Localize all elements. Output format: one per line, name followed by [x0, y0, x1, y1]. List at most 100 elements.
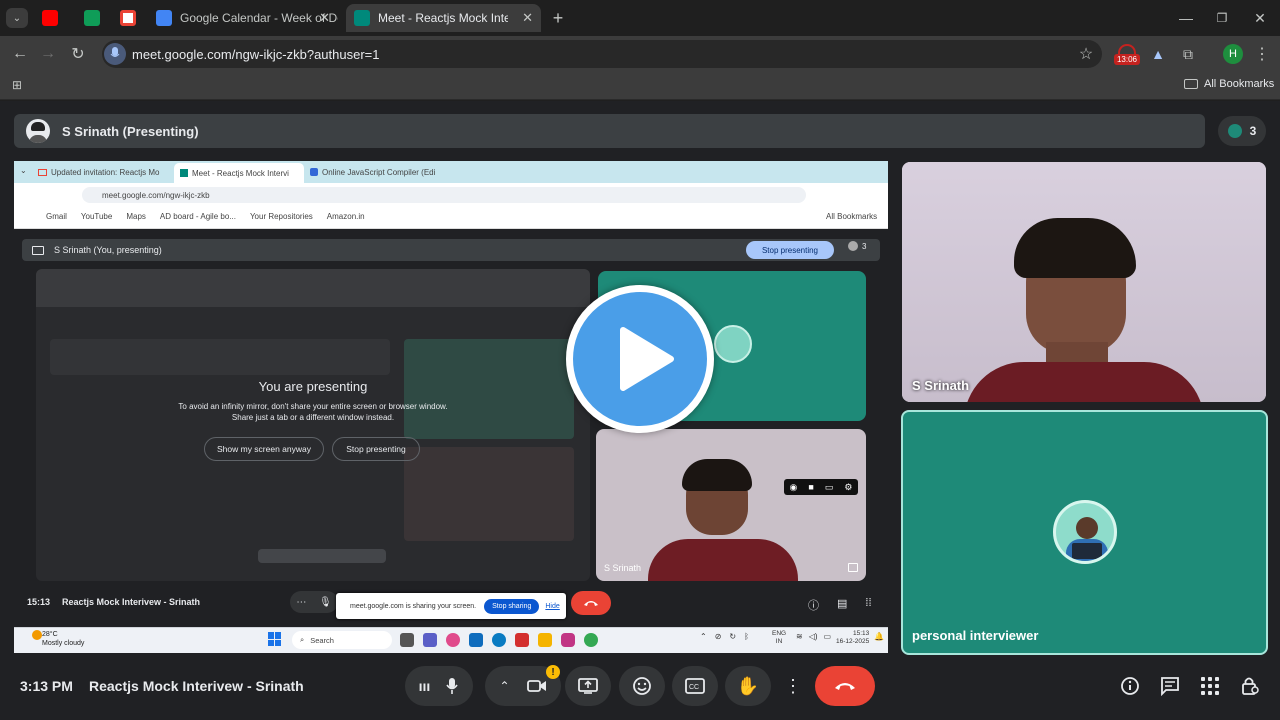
weather-desc: Mostly cloudy: [42, 640, 85, 647]
tab-youtube[interactable]: [34, 4, 74, 32]
url-text: meet.google.com/ngw-ikjc-zkb?authuser=1: [132, 46, 380, 62]
network-volume-icons: ≋ ◁) ▭: [796, 632, 831, 641]
shared-tab-active: Meet - Reactjs Mock Intervi: [174, 163, 304, 183]
audio-level-icon[interactable]: ııı: [419, 678, 431, 694]
presenter-avatar: [26, 119, 50, 143]
reload-icon[interactable]: ↻: [68, 44, 88, 64]
tab-search-icon[interactable]: ⌄: [6, 8, 28, 28]
edge-icon: [492, 633, 506, 647]
teams-icon: [423, 633, 437, 647]
shared-tile-name: S Srinath: [604, 563, 642, 573]
bookmark-item: YouTube: [80, 212, 113, 221]
new-tab-icon[interactable]: +: [548, 8, 568, 28]
mic-control-group[interactable]: ııı: [405, 666, 473, 706]
more-options-button[interactable]: ⋮: [780, 666, 806, 706]
activities-icon: ⁞⁞: [865, 597, 872, 609]
screen-recorder-icon[interactable]: 13:06: [1114, 42, 1140, 66]
task-view-icon: [400, 633, 414, 647]
video-play-button[interactable]: [566, 285, 714, 433]
restore-icon[interactable]: ❐: [1212, 8, 1232, 28]
gmail-icon: [38, 168, 47, 176]
bookmark-item: Your Repositories: [249, 212, 313, 221]
youtube-icon: [42, 10, 58, 26]
present-screen-button[interactable]: [565, 666, 611, 706]
microphone-icon[interactable]: [445, 677, 459, 695]
meet-icon: [180, 169, 188, 177]
participant-name: personal interviewer: [912, 628, 1039, 643]
back-icon[interactable]: ←: [10, 44, 30, 64]
microphone-in-use-icon[interactable]: [104, 43, 126, 65]
tab-meet[interactable]: Meet - Reactjs Mock Interivew ✕: [346, 4, 541, 32]
close-icon[interactable]: ✕: [522, 10, 533, 26]
end-call-icon: [835, 683, 855, 690]
lang-line: IN: [775, 638, 783, 645]
leave-call-button[interactable]: [815, 666, 875, 706]
mic-icon: 🎙: [318, 596, 332, 608]
presenter-label: S Srinath (Presenting): [62, 123, 199, 139]
raise-hand-button[interactable]: ✋: [725, 666, 771, 706]
hand-icon: ✋: [736, 675, 760, 696]
close-icon[interactable]: ✕: [319, 10, 330, 26]
chat-button[interactable]: [1160, 676, 1180, 697]
present-screen-icon: [32, 245, 44, 255]
tab-sheets[interactable]: [76, 4, 108, 32]
activities-button[interactable]: [1201, 677, 1219, 695]
language-indicator: ENG IN: [772, 630, 786, 646]
participant-tile-srinath[interactable]: S Srinath: [902, 162, 1266, 402]
bluetooth-icon: ᛒ: [744, 632, 749, 641]
weather-temp: 28°C: [42, 631, 58, 638]
chevron-up-icon[interactable]: ⌃: [499, 679, 509, 693]
forward-icon[interactable]: →: [38, 44, 58, 64]
camera-icon[interactable]: [526, 679, 547, 693]
shared-tab-label: Updated invitation: Reactjs Mo: [51, 167, 160, 177]
participant-tile-interviewer[interactable]: personal interviewer: [901, 410, 1268, 655]
menu-kebab-icon[interactable]: ⋮: [1252, 44, 1272, 64]
show-screen-anyway-button: Show my screen anyway: [204, 437, 324, 461]
shared-address-bar: meet.google.com/ngw-ikjc-zkb: [82, 187, 806, 203]
pip-icon: [848, 563, 858, 572]
shared-count: 3: [848, 241, 866, 251]
taskbar-search-label: Search: [310, 635, 334, 645]
copilot-icon: [446, 633, 460, 647]
participant-avatar-icon: [1227, 124, 1242, 138]
shared-tab-label: Online JavaScript Compiler (Edi: [322, 167, 436, 177]
host-controls-button[interactable]: [1240, 676, 1260, 696]
all-bookmarks-button[interactable]: All Bookmarks: [1184, 78, 1274, 90]
tab-calendar[interactable]: Google Calendar - Week of Dec ✕: [148, 4, 338, 32]
bookmark-item: Amazon.in: [326, 212, 365, 221]
captions-button[interactable]: CC: [672, 666, 718, 706]
sharing-notice-text: meet.google.com is sharing your screen.: [350, 602, 477, 610]
tab-gmail[interactable]: [112, 4, 144, 32]
lock-person-icon: [1242, 677, 1259, 695]
tab-search-icon: ⌄: [20, 166, 27, 175]
reactions-button[interactable]: [619, 666, 665, 706]
shared-tab: Updated invitation: Reactjs Mo: [38, 163, 172, 181]
extensions-puzzle-icon[interactable]: ⧉: [1178, 44, 1198, 64]
avatar-icon: [848, 241, 858, 251]
apps-grid-icon[interactable]: ⊞: [8, 76, 26, 94]
wifi-icon: ≋: [796, 632, 803, 641]
close-window-icon[interactable]: ✕: [1250, 8, 1270, 28]
chevron-up-icon: ⌃: [700, 632, 707, 641]
instagram-icon: [561, 633, 575, 647]
play-icon: [620, 327, 674, 391]
address-bar[interactable]: meet.google.com/ngw-ikjc-zkb?authuser=1: [102, 40, 1102, 68]
profile-avatar[interactable]: H: [1223, 44, 1243, 64]
settings-icon: ⚙: [844, 481, 853, 492]
infinity-mirror-preview: [36, 269, 590, 581]
taskbar-date: 16-12-2025: [836, 638, 870, 645]
shared-tab-bar: ⌄ Updated invitation: Reactjs Mo Meet - …: [14, 161, 888, 183]
minimize-icon[interactable]: —: [1176, 8, 1196, 28]
participant-count: 3: [1249, 124, 1257, 138]
store-icon: [469, 633, 483, 647]
presenter-bar: S Srinath (Presenting): [14, 114, 1205, 148]
meet-icon: [354, 10, 370, 26]
participants-button[interactable]: 3: [1218, 116, 1266, 146]
extension-a-icon[interactable]: ▲: [1148, 44, 1168, 64]
self-view-toolbar: ◉ ■ ▭ ⚙: [784, 479, 858, 495]
meeting-details-button[interactable]: [1120, 676, 1140, 696]
bookmark-star-icon[interactable]: ☆: [1076, 44, 1096, 64]
file-explorer-icon: [538, 633, 552, 647]
participant-shirt: [964, 362, 1204, 402]
chat-icon: [1161, 677, 1179, 697]
